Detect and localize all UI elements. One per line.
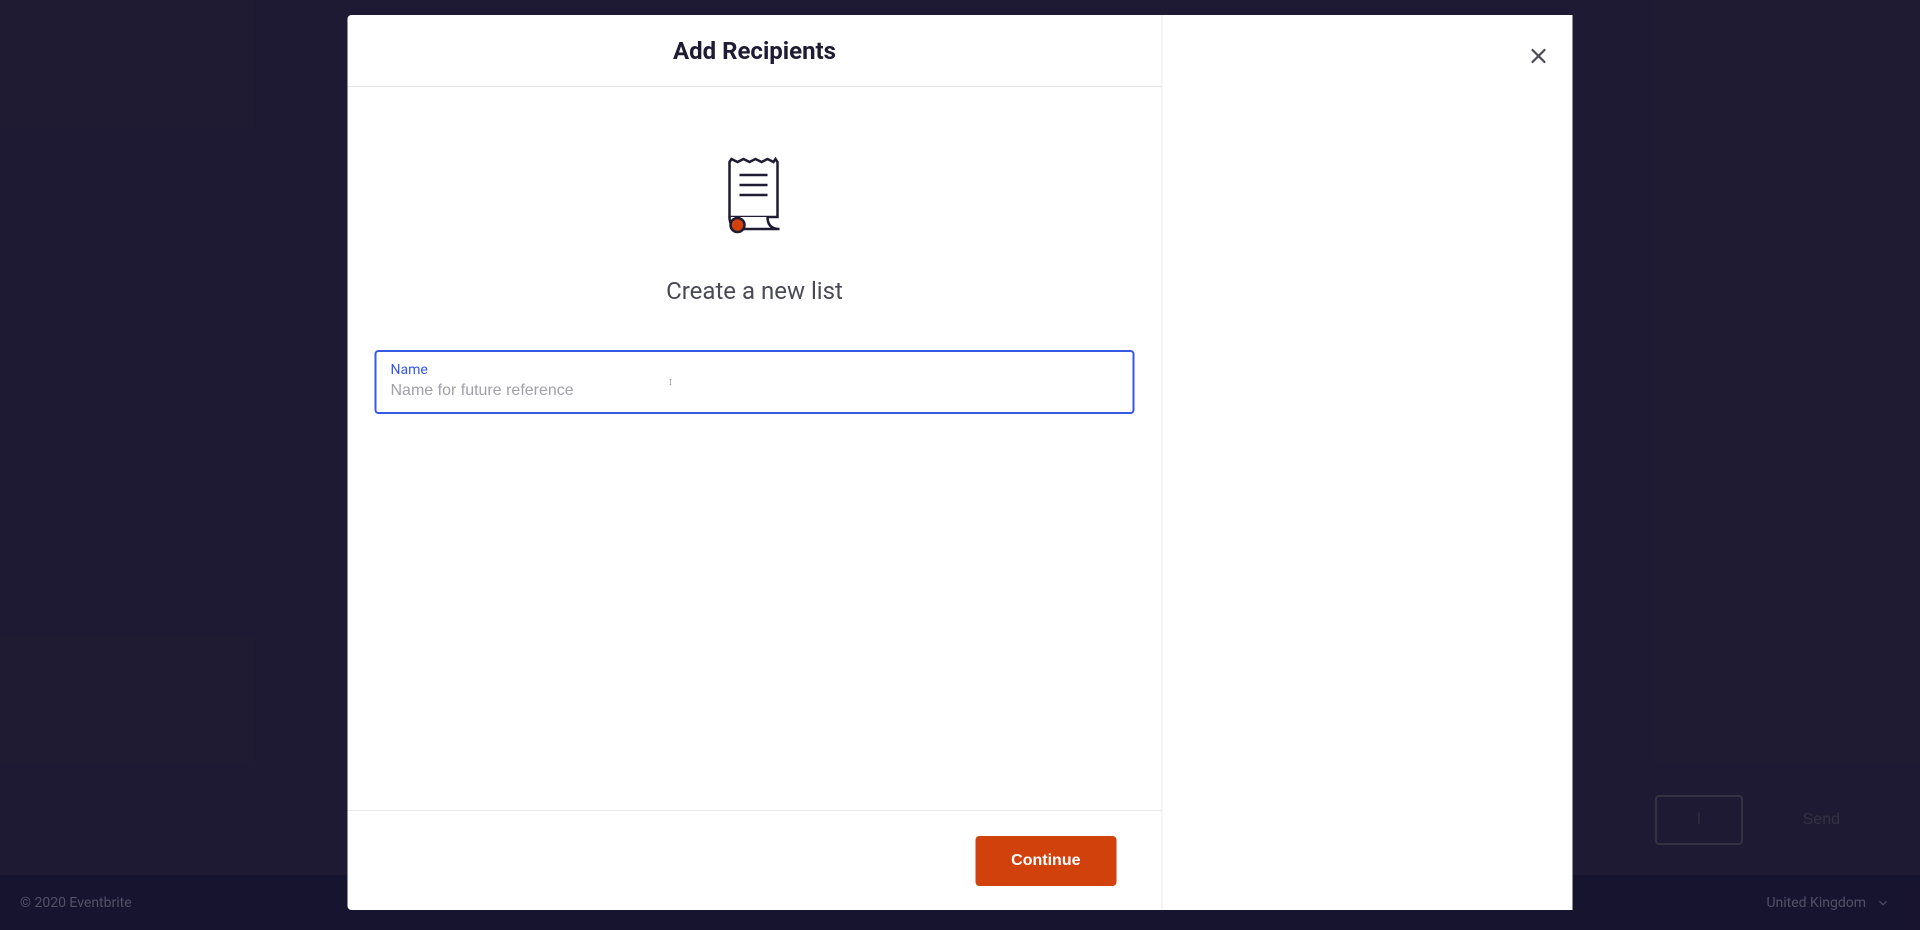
modal-body: Create a new list Name: [348, 87, 1162, 810]
list-document-icon: [720, 157, 790, 237]
add-recipients-modal: Add Recipients Create a new list Name: [348, 15, 1573, 910]
modal-header: Add Recipients: [348, 15, 1162, 87]
modal-subtitle: Create a new list: [666, 277, 843, 305]
modal-title: Add Recipients: [673, 37, 836, 65]
close-button[interactable]: [1530, 47, 1548, 69]
modal-footer: Continue: [348, 810, 1162, 910]
continue-button[interactable]: Continue: [975, 836, 1116, 886]
name-input[interactable]: [391, 382, 1119, 400]
name-input-wrapper[interactable]: Name: [375, 350, 1135, 414]
text-cursor-icon: [670, 368, 672, 396]
modal-side-panel: [1163, 15, 1573, 910]
modal-main-panel: Add Recipients Create a new list Name: [348, 15, 1163, 910]
close-icon: [1530, 47, 1548, 65]
name-input-label: Name: [391, 362, 1119, 378]
